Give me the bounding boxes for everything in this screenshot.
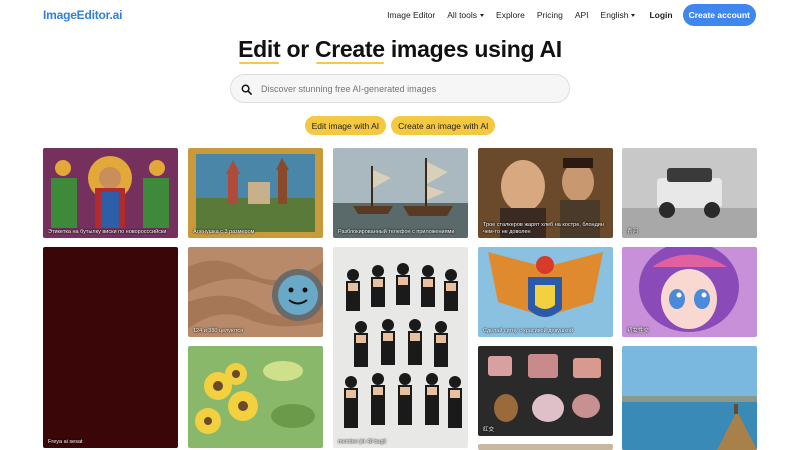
card-caption: 124 и 380 целуются [193, 327, 244, 334]
nav-api[interactable]: API [575, 10, 589, 20]
gallery-card-anime[interactable]: 初女性交 [622, 247, 757, 337]
language-label: English [600, 10, 629, 20]
card-caption: member jkt 48 bugil [338, 438, 386, 445]
gallery-card-eagle[interactable]: Сделай сигну с красивой девушкой [478, 247, 613, 337]
partial-image [478, 444, 613, 450]
edit-image-button[interactable]: Edit image with AI [304, 116, 387, 135]
title-word-create: Create [314, 36, 385, 64]
group-photo-image [333, 247, 468, 448]
castle-painting-image [188, 148, 323, 238]
title-word-edit: Edit [238, 36, 281, 64]
card-caption: 红交 [483, 426, 495, 433]
search-icon[interactable] [241, 84, 252, 95]
search-input[interactable] [261, 80, 561, 98]
card-caption: Сделай сигну с красивой девушкой [483, 327, 574, 334]
card-caption: Алёнушка с 3 размером [193, 228, 255, 235]
card-caption: Трое сталкеров жарят хлеб на костре, бло… [483, 222, 604, 235]
gallery-card-alyonushka[interactable]: Алёнушка с 3 размером [188, 148, 323, 238]
anime-image [622, 247, 757, 337]
food-image [478, 346, 613, 436]
nav-links: Image Editor All tools Explore Pricing A… [375, 4, 756, 26]
gallery-card-partial[interactable] [478, 444, 613, 450]
icon-painting-image [43, 148, 178, 238]
create-image-button[interactable]: Create an image with AI [391, 116, 496, 135]
login-link[interactable]: Login [649, 10, 672, 20]
nav-explore[interactable]: Explore [496, 10, 525, 20]
title-word-or: or [280, 36, 315, 62]
chevron-down-icon [631, 13, 636, 17]
cta-row: Edit image with AI Create an image with … [0, 116, 800, 135]
nav-all-tools[interactable]: All tools [447, 10, 485, 20]
gallery-card-whisky-label[interactable]: Этикетка на бутылку виски по новоросссий… [43, 148, 178, 238]
gallery-card-meat[interactable]: 红交 [478, 346, 613, 436]
title-rest: images using AI [384, 36, 562, 62]
gallery-card-ships[interactable]: Разблокированный телефон с приложениями [333, 148, 468, 238]
gallery-card-freya[interactable]: Freya ai sesat [43, 247, 178, 448]
dark-image [43, 247, 178, 448]
gallery-card-flowers[interactable] [188, 346, 323, 448]
gallery-card-sea[interactable] [622, 346, 757, 450]
gallery-card-car[interactable]: 喜河 [622, 148, 757, 238]
nav-image-editor[interactable]: Image Editor [387, 10, 435, 20]
card-caption: Разблокированный телефон с приложениями [338, 228, 455, 235]
gallery-card-group[interactable]: member jkt 48 bugil [333, 247, 468, 448]
card-caption: Этикетка на бутылку виски по новоросссий… [48, 228, 167, 235]
car-image [622, 148, 757, 238]
logo[interactable]: ImageEditor.ai [43, 8, 122, 22]
create-account-button[interactable]: Create account [682, 4, 756, 26]
language-select[interactable]: English [601, 10, 636, 20]
ships-image [333, 148, 468, 238]
chevron-down-icon [480, 13, 485, 17]
card-caption: Freya ai sesat [48, 438, 83, 445]
card-caption: 喜河 [627, 228, 639, 235]
search-bar [230, 74, 570, 103]
card-caption: 初女性交 [627, 327, 650, 334]
gallery-card-stalkers[interactable]: Трое сталкеров жарят хлеб на костре, бло… [478, 148, 613, 238]
gallery-card-kiss[interactable]: 124 и 380 целуются [188, 247, 323, 337]
top-nav: ImageEditor.ai Image Editor All tools Ex… [0, 0, 800, 30]
nav-all-tools-label: All tools [447, 10, 478, 20]
flowers-image [188, 346, 323, 448]
nav-pricing[interactable]: Pricing [537, 10, 563, 20]
page-title: Edit or Create images using AI [0, 36, 800, 64]
coat-of-arms-image [478, 247, 613, 337]
smiley-button-image [188, 247, 323, 337]
seascape-image [622, 346, 757, 450]
